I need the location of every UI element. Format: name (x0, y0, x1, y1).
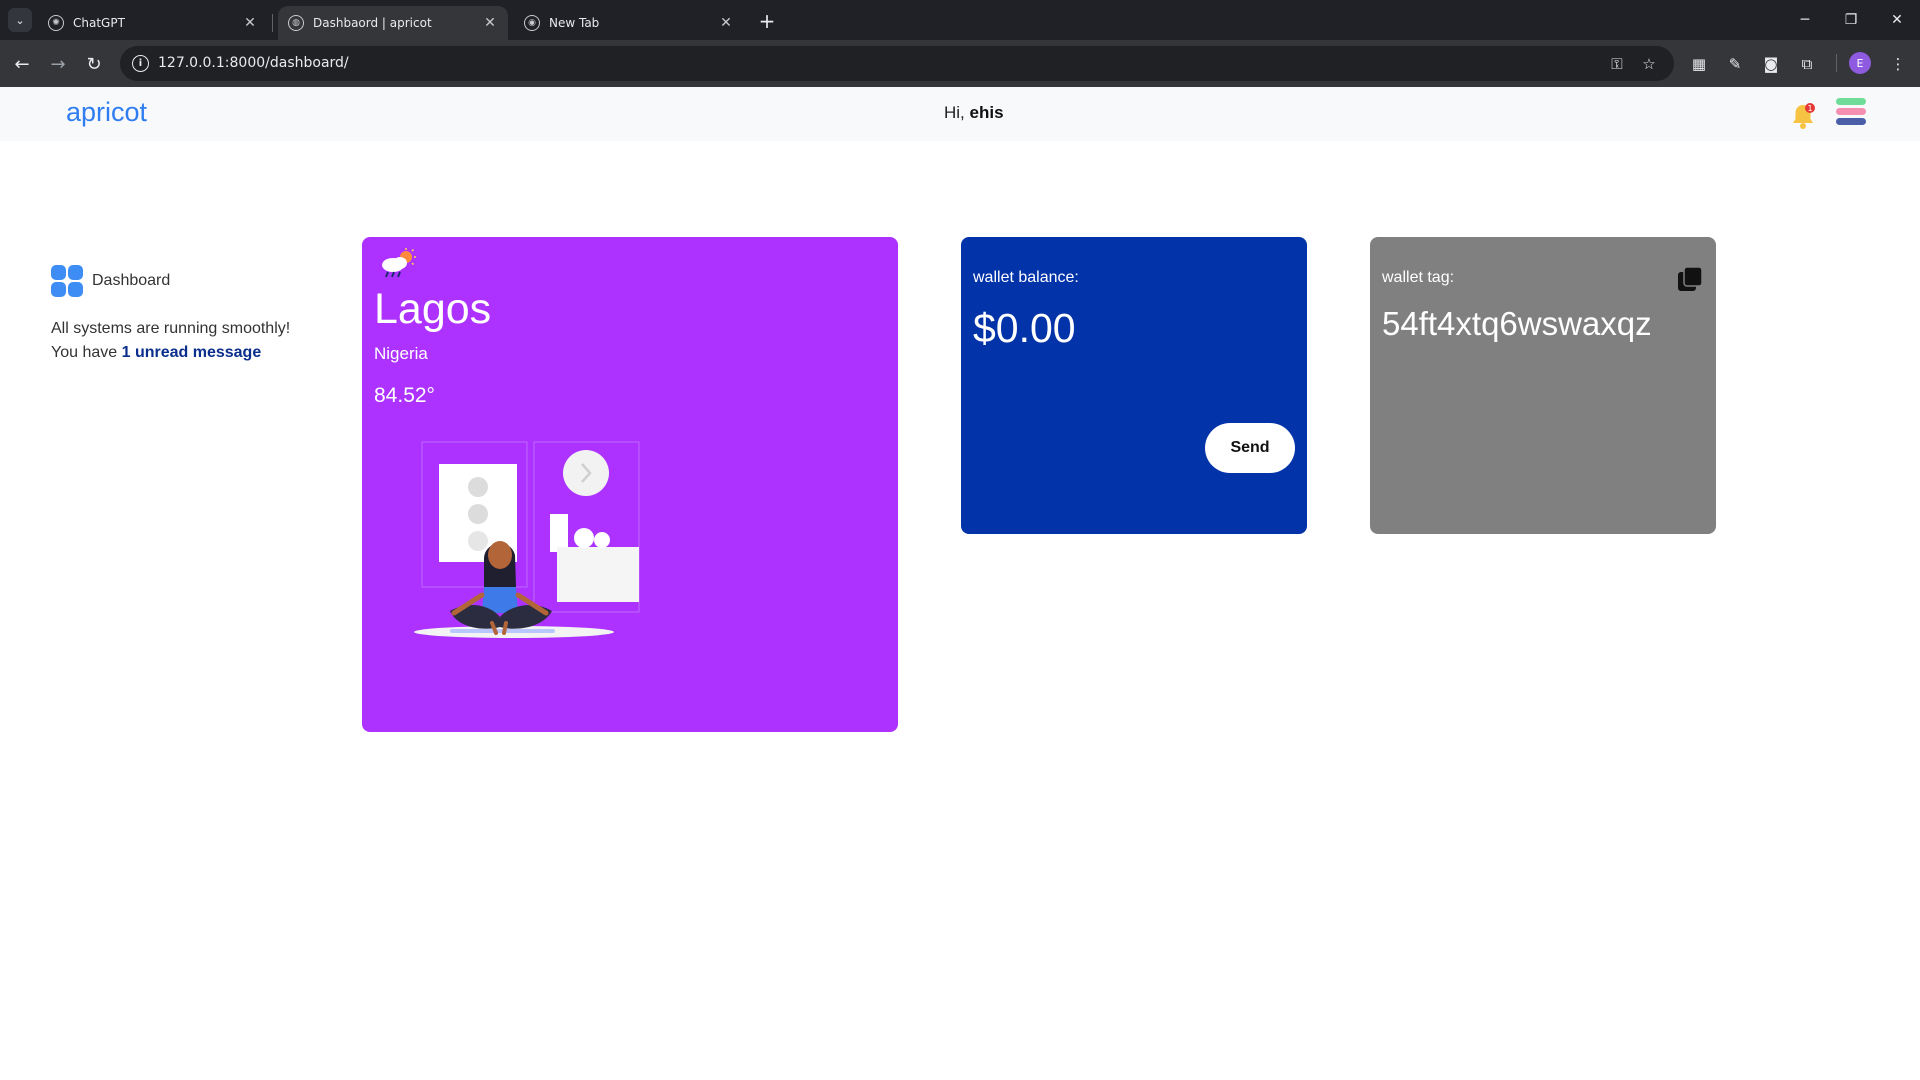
menu-bar (1836, 108, 1866, 115)
browser-menu-icon[interactable]: ⋮ (1884, 50, 1912, 78)
url-text[interactable]: 127.0.0.1:8000/dashboard/ (158, 55, 349, 71)
wallet-balance-card: wallet balance: $0.00 Send (961, 237, 1307, 534)
sidebar-item-dashboard[interactable]: Dashboard (51, 265, 301, 297)
cloud-sun-rain-icon (378, 247, 418, 281)
toolbar-divider (1836, 54, 1837, 72)
address-bar[interactable]: i 127.0.0.1:8000/dashboard/ ⚿ ☆ (120, 46, 1674, 81)
wallet-tag-card: wallet tag: 54ft4xtq6wswaxqz (1370, 237, 1716, 534)
meditation-illustration (392, 437, 642, 677)
page-content: apricot Hi, ehis 1 Dashboard All systems… (0, 87, 1920, 1080)
tab-title: New Tab (549, 16, 600, 30)
globe-favicon-icon: ◍ (288, 15, 304, 31)
back-button[interactable]: ← (8, 50, 36, 78)
forward-button[interactable]: → (44, 50, 72, 78)
greeting-prefix: Hi, (944, 103, 965, 122)
tab-dashboard[interactable]: ◍ Dashbaord | apricot ✕ (278, 6, 508, 40)
username: ehis (969, 103, 1004, 122)
restore-button[interactable]: ❐ (1828, 0, 1874, 40)
profile-avatar[interactable]: E (1849, 52, 1871, 74)
system-status-message: All systems are running smoothly! You ha… (51, 317, 291, 365)
menu-bar (1836, 118, 1866, 125)
bookmark-star-icon[interactable]: ☆ (1638, 53, 1660, 75)
weather-country: Nigeria (374, 344, 428, 363)
tab-title: Dashbaord | apricot (313, 16, 432, 30)
extension-eyedropper-icon[interactable]: ✎ (1721, 50, 1749, 78)
unread-messages-link[interactable]: 1 unread message (122, 344, 262, 361)
notification-bell-icon[interactable]: 1 (1788, 101, 1818, 131)
extension-calendar-icon[interactable]: ▦ (1685, 50, 1713, 78)
weather-city: Lagos (374, 285, 492, 333)
notification-count: 1 (1807, 104, 1812, 113)
extensions-puzzle-icon[interactable]: ⧉ (1793, 50, 1821, 78)
tab-divider (272, 14, 273, 32)
wallet-tag-value: 54ft4xtq6wswaxqz (1382, 305, 1652, 342)
browser-toolbar: ← → ↻ i 127.0.0.1:8000/dashboard/ ⚿ ☆ ▦ … (0, 40, 1920, 87)
reload-button[interactable]: ↻ (80, 50, 108, 78)
app-header: apricot Hi, ehis 1 (0, 87, 1920, 141)
password-key-icon[interactable]: ⚿ (1606, 53, 1628, 75)
tab-chatgpt[interactable]: ✺ ChatGPT ✕ (38, 6, 268, 40)
extension-camera-icon[interactable]: ◙ (1757, 50, 1785, 78)
copy-icon[interactable] (1676, 265, 1704, 293)
tab-search-button[interactable]: ⌄ (8, 8, 32, 32)
browser-tab-strip: ⌄ ✺ ChatGPT ✕ ◍ Dashbaord | apricot ✕ ◉ … (0, 0, 1920, 40)
site-info-icon[interactable]: i (132, 55, 149, 72)
close-icon[interactable]: ✕ (718, 15, 734, 31)
chatgpt-favicon-icon: ✺ (48, 15, 64, 31)
tab-new-tab[interactable]: ◉ New Tab ✕ (514, 6, 744, 40)
send-button[interactable]: Send (1205, 423, 1295, 473)
weather-temperature: 84.52° (374, 384, 435, 407)
chrome-favicon-icon: ◉ (524, 15, 540, 31)
tab-title: ChatGPT (73, 16, 125, 30)
brand-logo[interactable]: apricot (66, 97, 147, 128)
greeting: Hi, ehis (944, 103, 1004, 123)
wallet-balance-amount: $0.00 (973, 305, 1076, 351)
close-icon[interactable]: ✕ (242, 15, 258, 31)
close-window-button[interactable]: ✕ (1874, 0, 1920, 40)
sidebar-item-label: Dashboard (92, 272, 171, 289)
dashboard-grid-icon (51, 265, 83, 297)
menu-stack-icon[interactable] (1836, 98, 1866, 130)
wallet-balance-label: wallet balance: (973, 269, 1079, 286)
minimize-button[interactable]: ─ (1782, 0, 1828, 40)
close-icon[interactable]: ✕ (482, 15, 498, 31)
menu-bar (1836, 98, 1866, 105)
sidebar: Dashboard All systems are running smooth… (51, 265, 301, 365)
new-tab-button[interactable]: + (754, 8, 780, 34)
wallet-tag-label: wallet tag: (1382, 269, 1455, 286)
weather-card: Lagos Nigeria 84.52° (362, 237, 898, 732)
